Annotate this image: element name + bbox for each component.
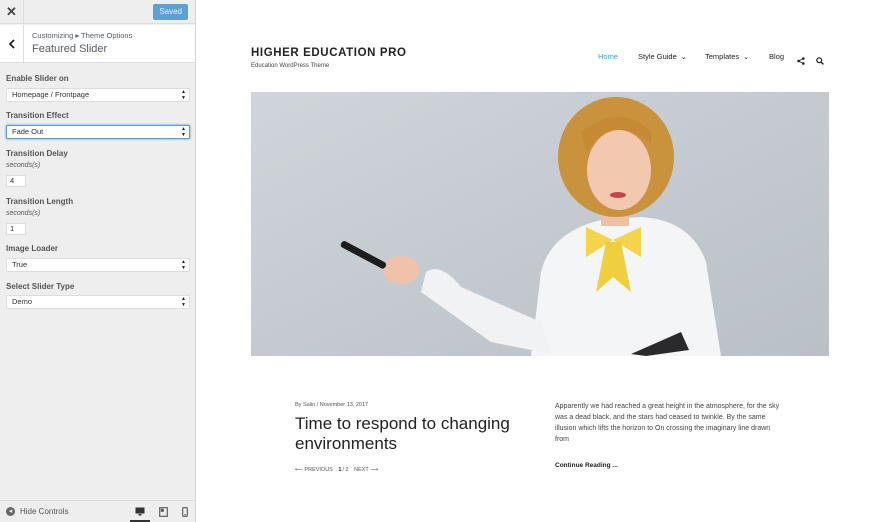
- previous-link[interactable]: ⟵ PREVIOUS: [295, 467, 333, 473]
- select-arrows-icon: ▲ ▼: [181, 126, 186, 138]
- nav-item-templates[interactable]: Templates ⌄: [705, 52, 749, 61]
- post-title[interactable]: Time to respond to changing environments: [295, 414, 535, 454]
- section-title: Featured Slider: [32, 43, 108, 55]
- chevron-left-icon[interactable]: [8, 39, 16, 49]
- customizer-header: ✕ Saved: [0, 0, 195, 24]
- slider-type-label: Select Slider Type: [6, 282, 75, 291]
- nav-item-blog[interactable]: Blog: [769, 52, 784, 61]
- preview-desktop-button[interactable]: [130, 505, 150, 522]
- nav-item-home[interactable]: Home: [598, 52, 618, 61]
- search-icon[interactable]: [816, 52, 824, 70]
- slider-type-select[interactable]: Demo ▲ ▼: [6, 295, 190, 309]
- next-link[interactable]: NEXT ⟶: [354, 467, 378, 473]
- transition-length-unit: seconds(s): [6, 210, 41, 217]
- post-excerpt: Apparently we had reached a great height…: [555, 403, 780, 443]
- back-button[interactable]: [0, 25, 24, 63]
- site-preview: HIGHER EDUCATION PRO Education WordPress…: [196, 0, 884, 522]
- close-icon[interactable]: ✕: [6, 4, 17, 19]
- transition-delay-label: Transition Delay: [6, 149, 68, 158]
- select-arrows-icon: ▲ ▼: [181, 296, 186, 308]
- slider-type-value: Demo: [12, 297, 33, 306]
- enable-slider-label: Enable Slider on: [6, 74, 69, 83]
- chevron-down-icon: ⌄: [680, 54, 687, 61]
- nav-item-style-guide[interactable]: Style Guide ⌄: [638, 52, 687, 61]
- chevron-down-icon: ⌄: [743, 54, 750, 61]
- transition-length-input[interactable]: 1: [6, 223, 26, 235]
- teacher-photo: [251, 92, 829, 356]
- transition-effect-select[interactable]: Fade Out ▲ ▼: [6, 125, 190, 139]
- total-slides: / 2: [342, 467, 349, 473]
- transition-effect-value: Fade Out: [12, 127, 44, 136]
- image-loader-label: Image Loader: [6, 244, 59, 253]
- saved-button[interactable]: Saved: [153, 4, 188, 20]
- close-customizer-button[interactable]: ✕: [0, 0, 24, 24]
- share-icon[interactable]: [797, 52, 805, 70]
- enable-slider-value: Homepage / Frontpage: [12, 90, 90, 99]
- hide-controls-button[interactable]: ◂ Hide Controls: [6, 507, 68, 516]
- transition-delay-input[interactable]: 4: [6, 175, 26, 187]
- preview-mobile-button[interactable]: [175, 505, 195, 522]
- preview-tablet-button[interactable]: [153, 505, 173, 522]
- transition-length-label: Transition Length: [6, 197, 74, 206]
- hide-controls-label: Hide Controls: [20, 507, 69, 516]
- site-title[interactable]: HIGHER EDUCATION PRO: [251, 47, 407, 59]
- continue-reading-link[interactable]: Continue Reading ...: [555, 462, 618, 469]
- breadcrumb: Customizing ▸ Theme Options: [32, 31, 133, 40]
- image-loader-value: True: [12, 260, 28, 269]
- image-loader-select[interactable]: True ▲ ▼: [6, 258, 190, 272]
- current-slide-number: 1: [338, 467, 342, 473]
- transition-effect-label: Transition Effect: [6, 111, 69, 120]
- site-tagline: Education WordPress Theme: [251, 63, 330, 69]
- customizer-footer: ◂ Hide Controls: [0, 500, 195, 522]
- collapse-icon[interactable]: ◂: [6, 507, 15, 516]
- section-header: Customizing ▸ Theme Options Featured Sli…: [0, 25, 195, 63]
- featured-slider-image: [251, 92, 829, 356]
- enable-slider-select[interactable]: Homepage / Frontpage ▲ ▼: [6, 88, 190, 102]
- customizer-sidebar: ✕ Saved Customizing ▸ Theme Options Feat…: [0, 0, 196, 522]
- select-arrows-icon: ▲ ▼: [181, 89, 186, 101]
- transition-delay-unit: seconds(s): [6, 162, 41, 169]
- desktop-icon[interactable]: [135, 507, 145, 516]
- nav-item-label: Style Guide: [638, 52, 677, 61]
- select-arrows-icon: ▲ ▼: [181, 259, 186, 271]
- post-meta: By Salin / November 13, 2017: [295, 402, 369, 408]
- slider-pagination: ⟵ PREVIOUS 1/ 2 NEXT ⟶: [295, 467, 382, 473]
- mobile-icon[interactable]: [182, 507, 188, 517]
- nav-item-label: Templates: [705, 52, 740, 61]
- tablet-icon[interactable]: [158, 507, 168, 517]
